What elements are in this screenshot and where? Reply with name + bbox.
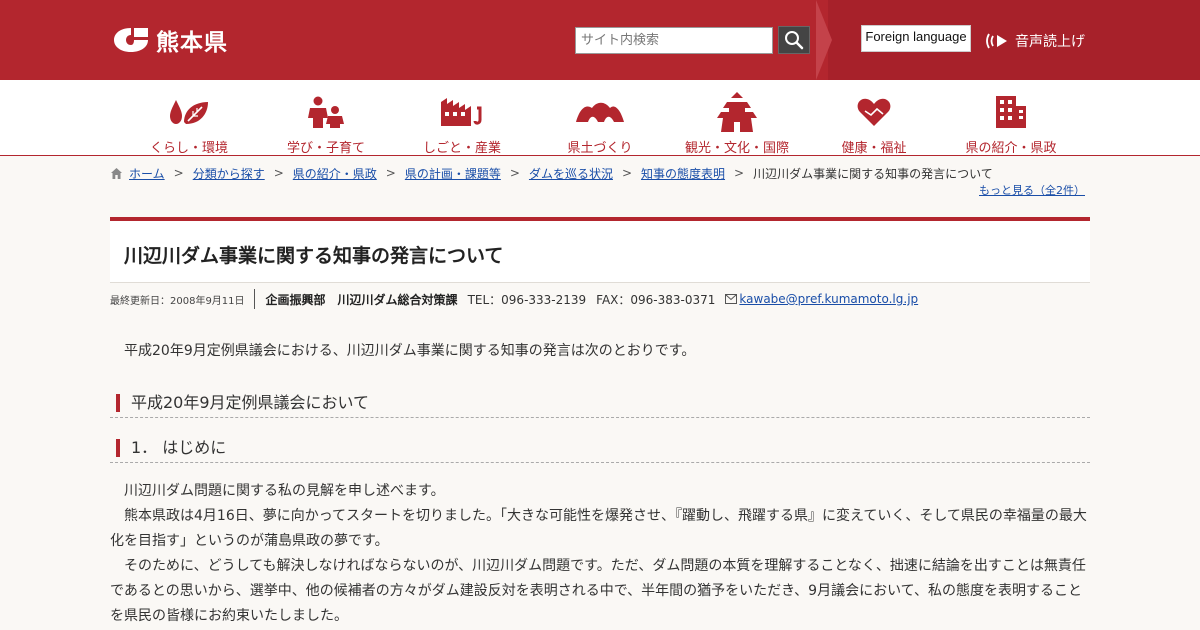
search-button[interactable] bbox=[778, 26, 810, 54]
prefecture-emblem-icon bbox=[114, 28, 148, 52]
heading-accent-bar bbox=[116, 439, 120, 457]
site-header: 熊本県 Foreign language 音声読上げ bbox=[0, 0, 1200, 80]
intro-text-content: 平成20年9月定例県議会における、川辺川ダム事業に関する知事の発言は次のとおりで… bbox=[124, 343, 696, 359]
page-meta: 最終更新日：2008年9月11日 企画振興部 川辺川ダム総合対策課 TEL：09… bbox=[110, 289, 918, 309]
breadcrumb-separator: > bbox=[621, 166, 633, 180]
gnav-label: 県の紹介・県政 bbox=[965, 141, 1057, 156]
landscape-icon bbox=[576, 92, 624, 132]
email-link[interactable]: kawabe@pref.kumamoto.lg.jp bbox=[739, 292, 918, 306]
gnav-item-prefecture[interactable]: 県の紹介・県政 bbox=[962, 80, 1060, 156]
speaker-icon bbox=[986, 33, 1007, 49]
gnav-item-land[interactable]: 県土づくり bbox=[551, 80, 649, 156]
fax-number: FAX：096-383-0371 bbox=[596, 292, 716, 307]
subsection-heading: 1． はじめに bbox=[110, 433, 1090, 463]
header-divider bbox=[816, 0, 832, 80]
site-search-input[interactable] bbox=[575, 27, 773, 54]
gnav-label: 健康・福祉 bbox=[841, 141, 907, 156]
logo-text: 熊本県 bbox=[156, 30, 228, 56]
heart-hands-icon bbox=[850, 92, 898, 132]
breadcrumb-home[interactable]: ホーム bbox=[129, 165, 165, 182]
gnav-item-living[interactable]: くらし・環境 bbox=[140, 80, 238, 156]
breadcrumb-link[interactable]: 県の計画・課題等 bbox=[405, 165, 501, 182]
factory-icon bbox=[438, 92, 486, 132]
breadcrumb-link[interactable]: 分類から探す bbox=[193, 165, 265, 182]
mail-icon bbox=[725, 294, 738, 304]
section-heading-text: 平成20年9月定例県議会において bbox=[131, 393, 370, 412]
gnav-item-health[interactable]: 健康・福祉 bbox=[827, 80, 921, 156]
body-paragraphs: 川辺川ダム問題に関する私の見解を申し述べます。 熊本県政は4月16日、夢に向かっ… bbox=[110, 479, 1090, 629]
subsection-heading-text: 1． はじめに bbox=[131, 438, 227, 457]
breadcrumb-separator: > bbox=[273, 166, 284, 180]
department-name: 企画振興部 川辺川ダム総合対策課 bbox=[265, 292, 458, 307]
breadcrumb-current: 川辺川ダム事業に関する知事の発言について bbox=[753, 166, 993, 181]
gnav-label: くらし・環境 bbox=[149, 141, 228, 156]
foreign-language-button[interactable]: Foreign language bbox=[861, 25, 971, 52]
castle-icon bbox=[713, 92, 761, 132]
phone-number: TEL：096-333-2139 bbox=[467, 292, 587, 307]
global-nav: くらし・環境 学び・子育て しごと・産業 県土づくり 観光・文化・国際 健康・福… bbox=[0, 80, 1200, 156]
intro-text: 平成20年9月定例県議会における、川辺川ダム事業に関する知事の発言は次のとおりで… bbox=[110, 339, 1090, 364]
voice-reading-button[interactable]: 音声読上げ bbox=[983, 29, 1085, 53]
site-logo[interactable]: 熊本県 bbox=[112, 24, 228, 56]
breadcrumb-link[interactable]: 知事の態度表明 bbox=[641, 165, 725, 182]
email-contact: kawabe@pref.kumamoto.lg.jp bbox=[725, 292, 918, 306]
gnav-item-work[interactable]: しごと・産業 bbox=[413, 80, 511, 156]
body-paragraph: そのために、どうしても解決しなければならないのが、川辺川ダム問題です。ただ、ダム… bbox=[110, 558, 1086, 624]
gnav-label: 県土づくり bbox=[567, 141, 633, 156]
gnav-item-learning[interactable]: 学び・子育て bbox=[277, 80, 375, 156]
voice-reading-label: 音声読上げ bbox=[1015, 34, 1085, 50]
building-icon bbox=[987, 92, 1035, 132]
search-icon bbox=[785, 31, 804, 50]
page-title-box: 川辺川ダム事業に関する知事の発言について bbox=[110, 217, 1090, 283]
breadcrumb-separator: > bbox=[509, 166, 520, 180]
breadcrumb-link[interactable]: 県の紹介・県政 bbox=[293, 165, 377, 182]
home-icon bbox=[111, 167, 122, 179]
breadcrumb-separator: > bbox=[734, 166, 745, 180]
gnav-label: 学び・子育て bbox=[286, 141, 365, 156]
breadcrumb-link[interactable]: ダムを巡る状況 bbox=[529, 165, 613, 182]
leaf-drop-icon bbox=[165, 92, 213, 132]
breadcrumb-separator: > bbox=[173, 166, 184, 180]
gnav-label: 観光・文化・国際 bbox=[684, 141, 789, 156]
heading-accent-bar bbox=[116, 394, 120, 412]
breadcrumb-more-link[interactable]: もっと見る（全2件） bbox=[979, 182, 1085, 198]
last-updated: 最終更新日：2008年9月11日 bbox=[110, 289, 255, 309]
breadcrumb: ホーム > 分類から探す > 県の紹介・県政 > 県の計画・課題等 > ダムを巡… bbox=[110, 164, 1090, 182]
page-title: 川辺川ダム事業に関する知事の発言について bbox=[124, 245, 504, 267]
body-paragraph: 川辺川ダム問題に関する私の見解を申し述べます。 bbox=[124, 483, 445, 499]
breadcrumb-separator: > bbox=[385, 166, 396, 180]
body-paragraph: 熊本県政は4月16日、夢に向かってスタートを切りました。「大きな可能性を爆発させ… bbox=[110, 508, 1087, 549]
parent-child-icon bbox=[302, 92, 350, 132]
gnav-label: しごと・産業 bbox=[422, 141, 501, 156]
section-heading: 平成20年9月定例県議会において bbox=[110, 388, 1090, 418]
gnav-item-tourism[interactable]: 観光・文化・国際 bbox=[681, 80, 793, 156]
